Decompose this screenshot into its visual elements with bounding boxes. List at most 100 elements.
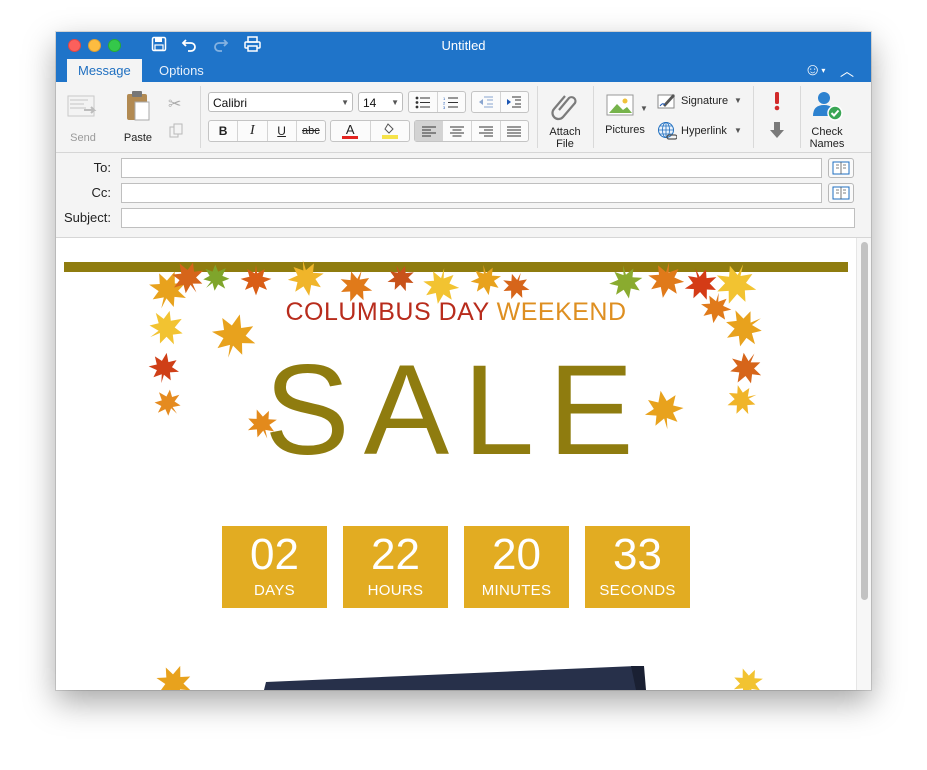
alignment-button-group <box>414 120 529 142</box>
globe-link-icon <box>658 122 677 140</box>
pictures-label: Pictures <box>605 124 645 136</box>
tab-options[interactable]: Options <box>148 59 215 82</box>
paste-label: Paste <box>123 132 153 144</box>
decrease-indent-icon[interactable] <box>472 92 501 112</box>
subject-label: Subject: <box>64 210 111 225</box>
low-importance-button[interactable] <box>768 120 786 142</box>
ribbon-separator <box>593 86 594 148</box>
text-style-button-group: B I U abc <box>208 120 326 142</box>
signature-pen-icon <box>657 94 675 109</box>
send-button[interactable]: Send <box>64 90 102 146</box>
font-size-value: 14 <box>363 96 377 110</box>
hyperlink-label: Hyperlink <box>681 125 727 137</box>
svg-text:3: 3 <box>443 105 446 109</box>
countdown-value: 33 <box>613 530 662 579</box>
increase-indent-icon[interactable] <box>501 92 529 112</box>
attach-label-line1: Attach <box>549 126 581 138</box>
address-book-cc-button[interactable] <box>828 183 854 203</box>
font-size-select[interactable]: 14 ▼ <box>358 92 403 112</box>
numbered-list-icon[interactable]: 123 <box>438 92 466 112</box>
chevron-down-icon: ▼ <box>341 98 349 107</box>
cut-icon[interactable]: ✂ <box>168 94 181 114</box>
address-book-icon <box>832 161 850 175</box>
align-left-icon[interactable] <box>415 121 444 141</box>
countdown-unit: SECONDS <box>599 582 676 599</box>
bullet-list-icon[interactable] <box>409 92 438 112</box>
indent-button-group <box>471 91 529 113</box>
attach-label-line2: File <box>556 138 574 150</box>
font-color-button[interactable]: A <box>331 121 371 141</box>
headline: COLUMBUS DAY WEEKEND <box>56 298 856 327</box>
message-body[interactable]: COLUMBUS DAY WEEKEND SALE 02 DAYS 22 HOU… <box>56 238 856 690</box>
exclamation-icon <box>774 92 780 111</box>
ribbon-separator <box>537 86 538 148</box>
mail-compose-window: Untitled Message Options ☺▾ ︿ Send Paste… <box>56 32 871 690</box>
collapse-ribbon-chevron-icon[interactable]: ︿ <box>840 61 854 81</box>
clipboard-icon <box>127 91 150 121</box>
headline-part2: WEEKEND <box>496 298 627 326</box>
check-names-line1: Check <box>811 126 843 138</box>
check-names-label: Check Names <box>806 126 848 150</box>
ribbon-separator <box>200 86 201 148</box>
cc-field[interactable] <box>121 183 822 203</box>
chevron-down-icon: ▼ <box>391 98 399 107</box>
align-center-icon[interactable] <box>443 121 472 141</box>
font-color-swatch <box>342 136 359 139</box>
bold-button[interactable]: B <box>209 121 239 141</box>
feedback-smiley-icon[interactable]: ☺▾ <box>804 60 825 80</box>
pictures-button[interactable]: ▼ Pictures <box>600 90 652 146</box>
down-arrow-icon <box>770 122 784 138</box>
chevron-down-icon: ▼ <box>734 96 742 105</box>
title-bar: Untitled Message Options ☺▾ ︿ <box>56 32 871 82</box>
cc-label: Cc: <box>91 185 112 200</box>
justify-icon[interactable] <box>501 121 528 141</box>
underline-button[interactable]: U <box>268 121 297 141</box>
font-name-select[interactable]: Calibri ▼ <box>208 92 353 112</box>
address-fields-area: To: Cc: Subject: <box>56 153 871 238</box>
countdown-value: 20 <box>492 530 541 579</box>
attach-file-label: Attach File <box>544 126 586 150</box>
picture-icon <box>606 94 634 116</box>
subject-field[interactable] <box>121 208 855 228</box>
signature-label: Signature <box>681 95 729 107</box>
attach-file-button[interactable]: Attach File <box>544 88 586 150</box>
paperclip-icon <box>551 95 577 121</box>
to-field[interactable] <box>121 158 822 178</box>
to-label: To: <box>93 160 111 175</box>
highlight-color-button[interactable] <box>371 121 410 141</box>
countdown-days: 02 DAYS <box>222 526 327 608</box>
vertical-scrollbar[interactable] <box>856 238 871 690</box>
countdown-value: 22 <box>371 530 420 579</box>
signature-button[interactable]: Signature ▼ <box>657 92 745 112</box>
high-importance-button[interactable] <box>768 90 786 112</box>
countdown-minutes: 20 MINUTES <box>464 526 569 608</box>
address-book-icon <box>832 186 850 200</box>
chevron-down-icon: ▼ <box>640 104 648 113</box>
check-names-button[interactable]: Check Names <box>806 88 848 150</box>
countdown-value: 02 <box>250 530 299 579</box>
copy-icon[interactable] <box>169 123 184 143</box>
scrollbar-thumb[interactable] <box>861 242 868 600</box>
address-book-to-button[interactable] <box>828 158 854 178</box>
tab-message[interactable]: Message <box>67 59 142 82</box>
ribbon-separator <box>753 86 754 148</box>
font-name-value: Calibri <box>213 96 248 110</box>
ribbon-toolbar: Send Paste ✂ Calibri ▼ 14 ▼ 1 2 3 B I U … <box>56 82 871 153</box>
countdown-seconds: 33 SECONDS <box>585 526 690 608</box>
font-color-glyph: A <box>345 122 355 137</box>
strikethrough-button[interactable]: abc <box>297 121 325 141</box>
paste-button[interactable]: Paste <box>118 88 158 146</box>
sale-heading: SALE <box>264 339 648 482</box>
italic-button[interactable]: I <box>238 121 268 141</box>
list-button-group: 123 <box>408 91 466 113</box>
check-names-icon <box>813 92 843 121</box>
window-title: Untitled <box>441 38 486 53</box>
countdown-hours: 22 HOURS <box>343 526 448 608</box>
check-names-line2: Names <box>809 138 845 150</box>
hyperlink-button[interactable]: Hyperlink ▼ <box>657 122 745 142</box>
countdown-unit: MINUTES <box>481 582 552 599</box>
countdown-unit: HOURS <box>367 582 424 599</box>
color-button-group: A <box>330 120 410 142</box>
align-right-icon[interactable] <box>472 121 501 141</box>
ribbon-separator <box>800 86 801 148</box>
